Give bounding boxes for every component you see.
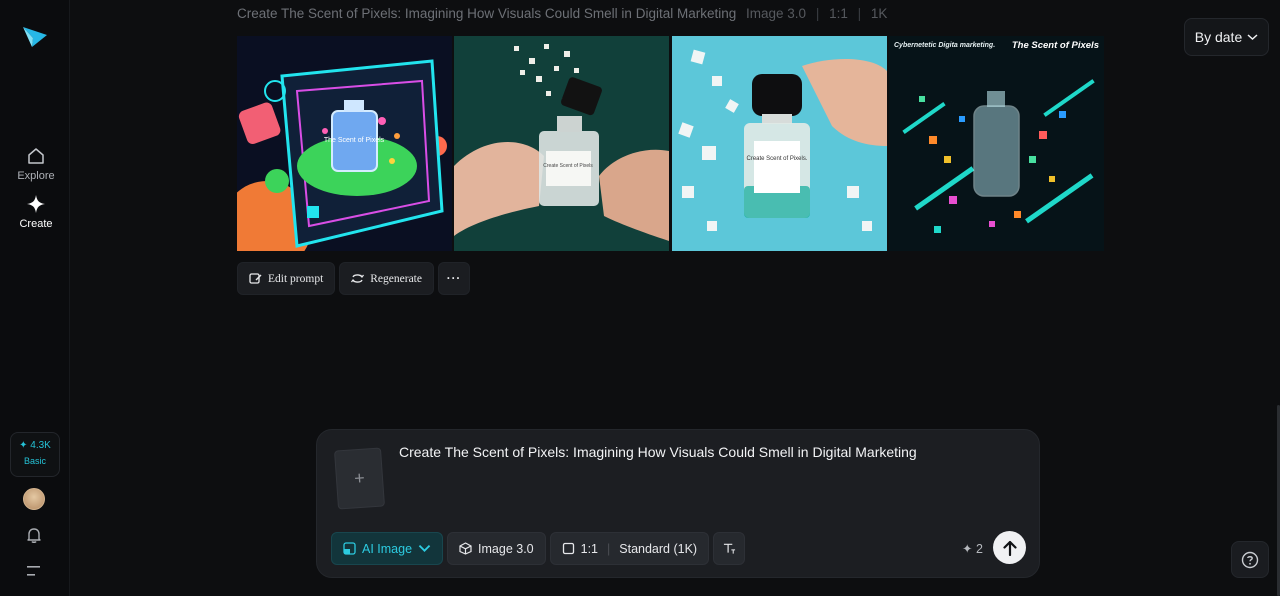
- bell-icon[interactable]: [25, 526, 43, 544]
- home-icon: [28, 148, 44, 164]
- generate-button[interactable]: [993, 531, 1026, 564]
- text-format-icon: [723, 543, 735, 554]
- ratio-label: 1:1: [580, 541, 599, 556]
- resolution-label: 1K: [870, 6, 888, 21]
- prompt-composer: + Create The Scent of Pixels: Imagining …: [316, 429, 1040, 578]
- mode-label: AI Image: [362, 541, 413, 556]
- generated-image-1[interactable]: The Scent of Pixels: [237, 36, 452, 251]
- regenerate-button[interactable]: Regenerate: [339, 262, 434, 295]
- credit-cost: ✦ 2: [962, 541, 983, 556]
- image-label-text: Create Scent of Pixels: [543, 163, 593, 169]
- composer-toolbar: AI Image Image 3.0 1:1 | Standard (1K): [331, 532, 746, 565]
- generated-image-3[interactable]: Create Scent of Pixels.: [672, 36, 887, 251]
- sidebar-item-label: Explore: [17, 170, 55, 182]
- generated-image-4[interactable]: Cybernetetic Digita marketing. The Scent…: [889, 36, 1104, 251]
- generation-prompt-header: Create The Scent of Pixels: Imagining Ho…: [237, 6, 887, 21]
- help-icon: [1241, 551, 1259, 568]
- edit-prompt-label: Edit prompt: [268, 272, 324, 285]
- text-style-button[interactable]: [713, 532, 746, 565]
- edit-prompt-button[interactable]: Edit prompt: [237, 262, 336, 295]
- image-label-text: Create Scent of Pixels.: [746, 156, 807, 162]
- cube-icon: [459, 542, 472, 555]
- plan-label: Basic: [23, 456, 46, 466]
- edit-icon: [249, 273, 262, 284]
- arrow-up-icon: [1002, 540, 1017, 556]
- add-reference-image-button[interactable]: +: [333, 447, 386, 510]
- quality-label: Standard (1K): [619, 541, 698, 556]
- avatar[interactable]: [23, 488, 45, 510]
- ratio-quality-selector[interactable]: 1:1 | Standard (1K): [549, 532, 710, 565]
- more-icon: ···: [446, 272, 462, 285]
- model-label: Image 3.0: [478, 541, 534, 556]
- image-icon: [343, 542, 356, 555]
- chevron-down-icon: [1247, 34, 1258, 41]
- refresh-icon: [351, 274, 365, 283]
- square-ratio-icon: [562, 542, 574, 555]
- sidebar-item-explore[interactable]: Explore: [8, 146, 64, 182]
- plus-icon: +: [353, 467, 366, 489]
- credits-amount: ✦ 4.3K: [19, 440, 51, 451]
- model-label: Image 3.0: [746, 6, 807, 21]
- credits-badge[interactable]: ✦ 4.3K Basic: [10, 432, 60, 477]
- paper-plane-logo[interactable]: [22, 25, 48, 49]
- divider: |: [607, 541, 611, 556]
- cost-label: ✦ 2: [962, 542, 983, 556]
- model-selector[interactable]: Image 3.0: [447, 532, 546, 565]
- image-label-text: The Scent of Pixels: [1012, 40, 1099, 51]
- prompt-text: Create The Scent of Pixels: Imagining Ho…: [237, 6, 737, 21]
- image-grid: The Scent of Pixels Create Scent of Pixe…: [237, 36, 1104, 251]
- generated-image-2[interactable]: Create Scent of Pixels: [454, 36, 669, 251]
- ratio-label: 1:1: [829, 6, 848, 21]
- separator: |: [815, 6, 820, 21]
- image-actions: Edit prompt Regenerate ···: [237, 262, 470, 295]
- help-button[interactable]: [1231, 541, 1269, 578]
- prompt-input[interactable]: Create The Scent of Pixels: Imagining Ho…: [399, 444, 917, 460]
- menu-icon[interactable]: [27, 565, 41, 577]
- mode-selector[interactable]: AI Image: [331, 532, 444, 565]
- sidebar: Explore Create ✦ 4.3K Basic: [0, 0, 70, 596]
- image-label-text: The Scent of Pixels: [324, 137, 385, 144]
- regenerate-label: Regenerate: [370, 272, 422, 285]
- image-headline: Cybernetetic Digita marketing.: [894, 42, 995, 49]
- sparkle-icon: [27, 195, 45, 213]
- chevron-down-icon: [418, 544, 431, 552]
- sort-dropdown[interactable]: By date: [1184, 18, 1269, 56]
- app-root: Explore Create ✦ 4.3K Basic Create The S…: [0, 0, 1280, 596]
- sort-label: By date: [1194, 29, 1243, 45]
- more-options-button[interactable]: ···: [437, 262, 470, 295]
- separator: |: [857, 6, 862, 21]
- sidebar-item-create[interactable]: Create: [8, 194, 64, 230]
- sidebar-item-label: Create: [19, 218, 53, 230]
